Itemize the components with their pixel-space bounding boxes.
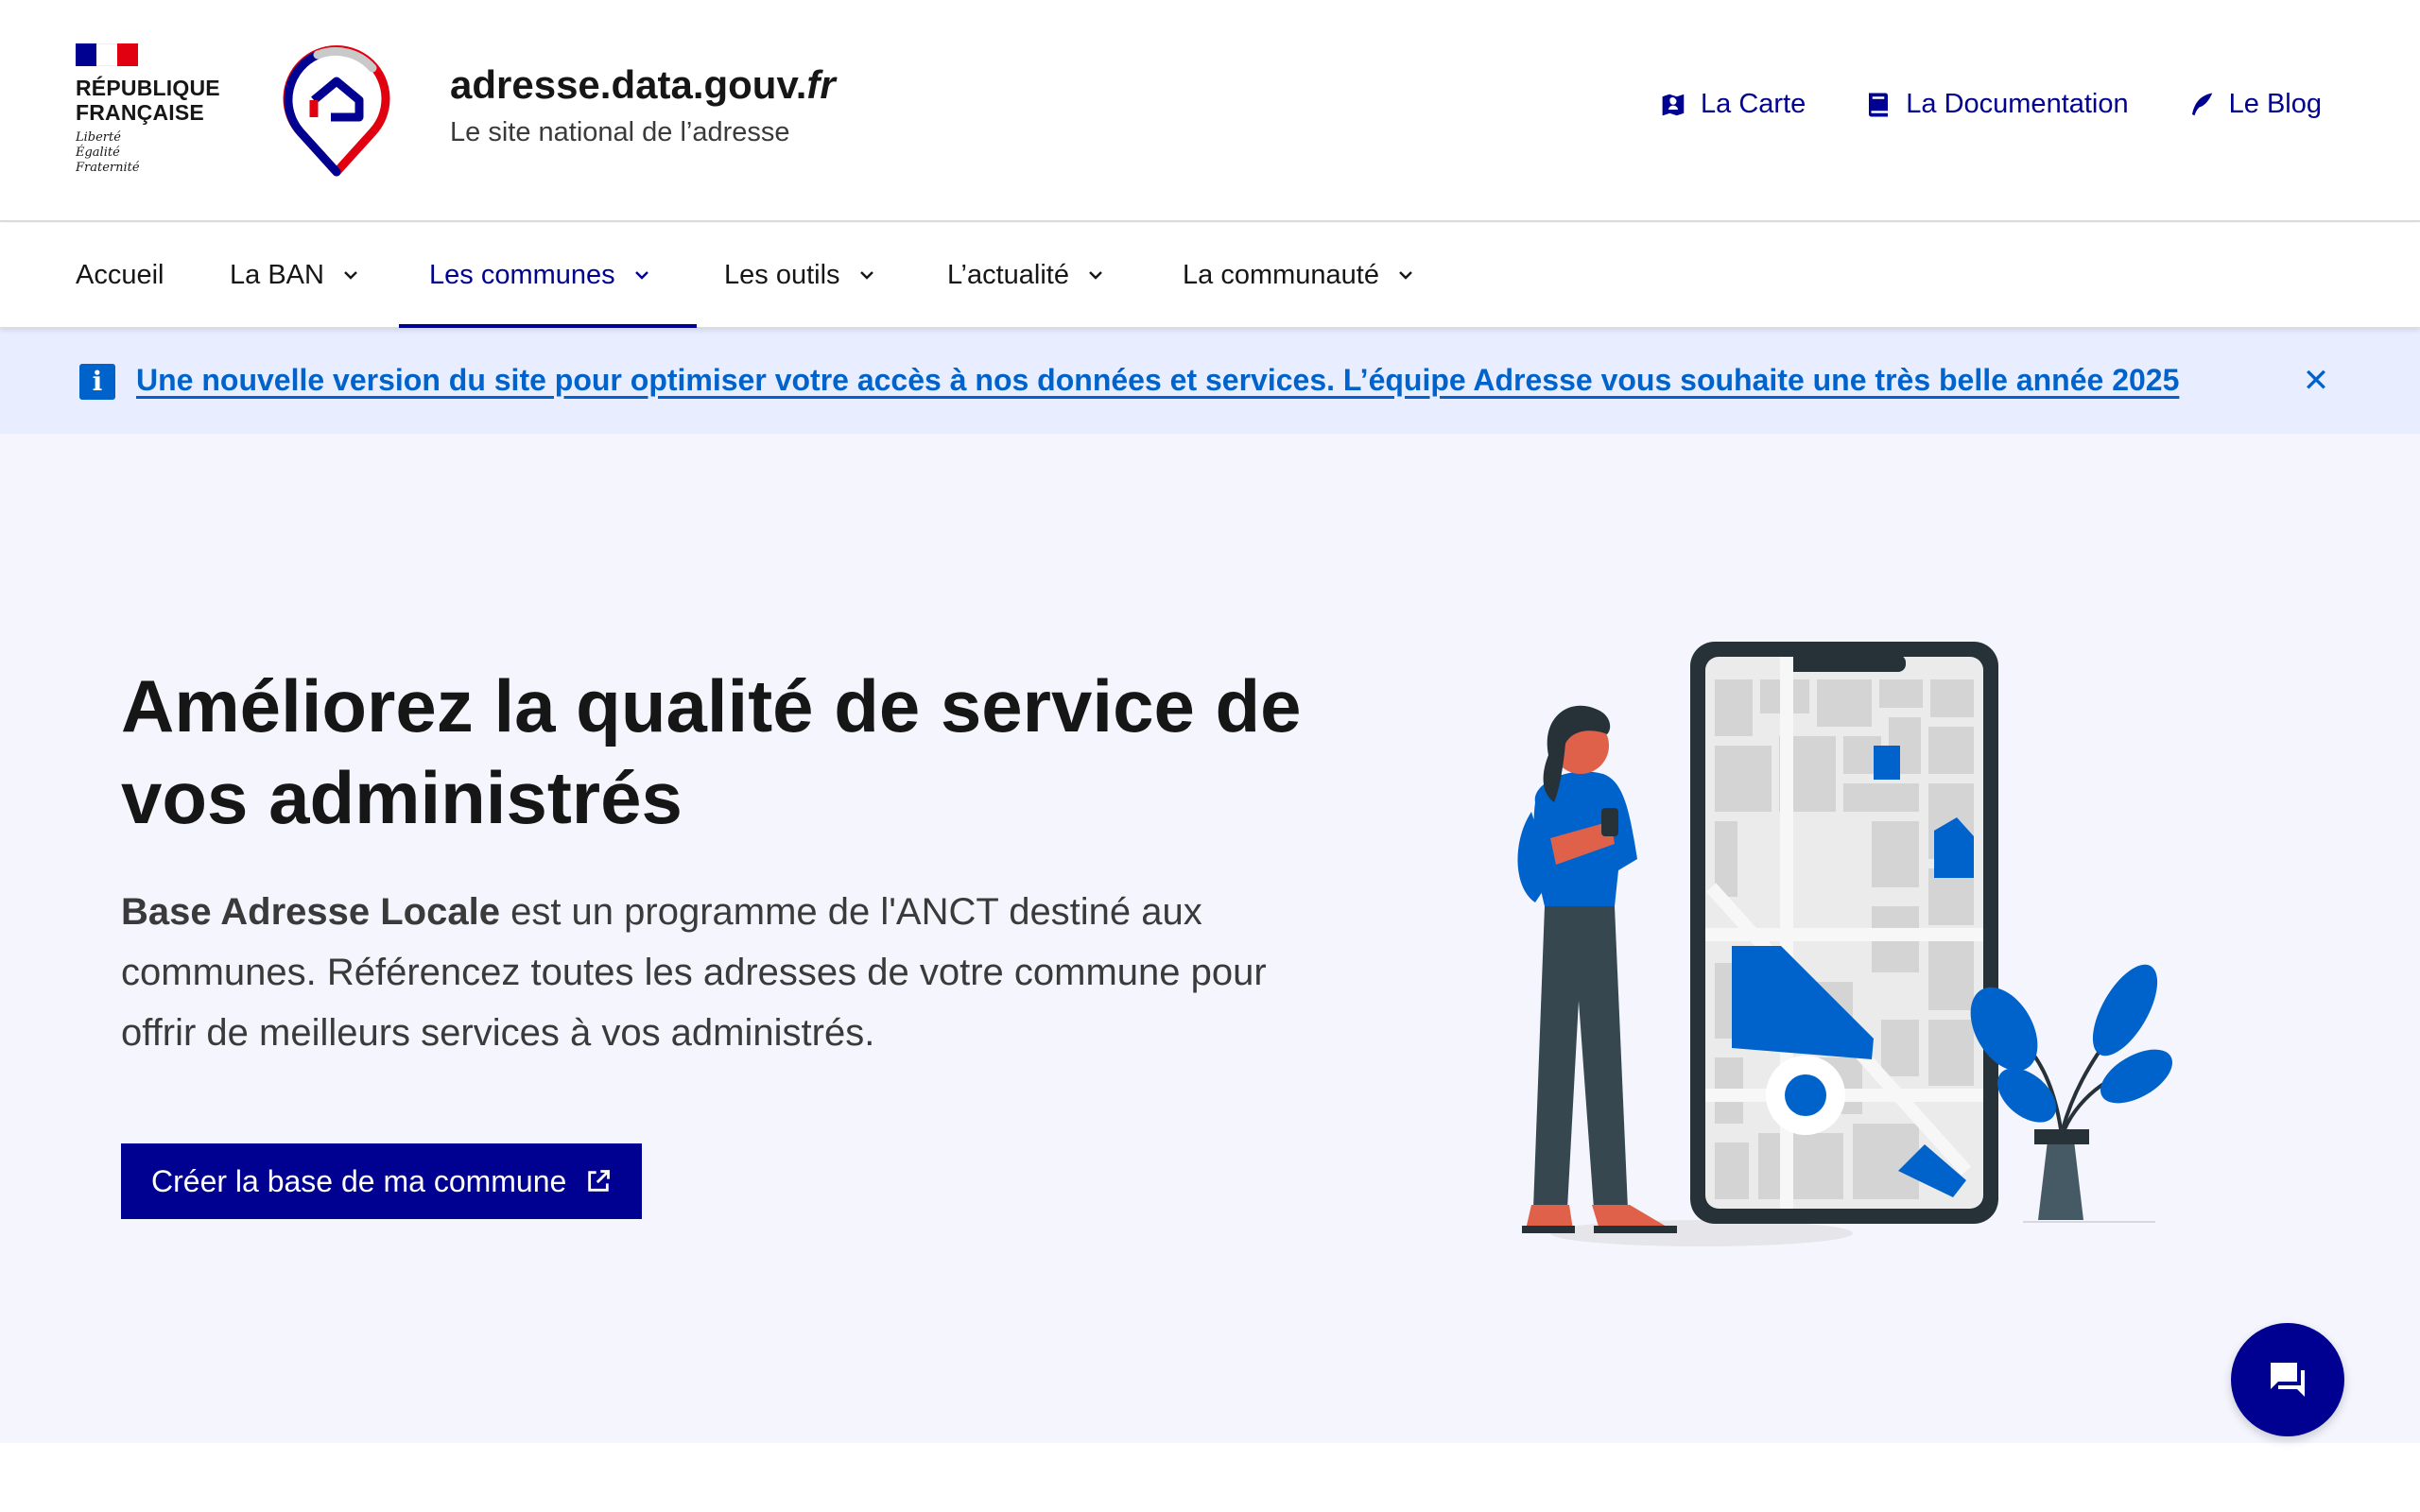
quick-link-documentation[interactable]: La Documentation <box>1864 89 2129 120</box>
hero-description-bold: Base Adresse Locale <box>121 891 500 933</box>
ban-pin-logo-icon[interactable] <box>280 42 393 180</box>
hero-title: Améliorez la qualité de service de vos a… <box>121 664 1302 839</box>
hero-section: Améliorez la qualité de service de vos a… <box>0 434 2420 1443</box>
close-icon[interactable]: ✕ <box>2297 362 2335 400</box>
site-name[interactable]: adresse.data.gouv.fr <box>450 62 836 108</box>
site-header: RÉPUBLIQUE FRANÇAISE Liberté Égalité Fra… <box>0 0 2420 222</box>
republique-francaise-text: RÉPUBLIQUE FRANÇAISE <box>76 76 220 125</box>
woman-with-phone-illustration <box>1517 642 2172 1246</box>
create-base-button-label: Créer la base de ma commune <box>151 1163 567 1198</box>
chevron-down-icon <box>344 271 357 280</box>
main-navigation: Accueil La BAN Les communes Les outils L… <box>0 223 2420 328</box>
notice-link[interactable]: Une nouvelle version du site pour optimi… <box>136 363 2179 398</box>
chat-icon <box>2271 1363 2305 1397</box>
republique-francaise-logo[interactable]: RÉPUBLIQUE FRANÇAISE Liberté Égalité Fra… <box>76 43 227 176</box>
nav-item-les-communes[interactable]: Les communes <box>399 223 697 328</box>
nav-item-actualite[interactable]: L’actualité <box>947 223 1107 327</box>
french-flag-icon <box>76 43 138 66</box>
site-tagline: Le site national de l’adresse <box>450 117 790 147</box>
nav-item-communaute[interactable]: La communauté <box>1183 223 1417 327</box>
nav-item-la-ban[interactable]: La BAN <box>230 223 362 327</box>
chat-button[interactable] <box>2231 1323 2344 1436</box>
devise: Liberté Égalité Fraternité <box>76 130 140 175</box>
quick-link-blog[interactable]: Le Blog <box>2187 89 2322 120</box>
chevron-down-icon <box>1089 271 1102 280</box>
info-icon: i <box>79 364 115 400</box>
quick-links: La Carte La Documentation Le Blog <box>1659 89 2322 120</box>
book-icon <box>1869 93 1889 116</box>
map-icon <box>1662 94 1685 115</box>
hero-description: Base Adresse Locale est un programme de … <box>121 882 1293 1063</box>
chevron-down-icon <box>634 271 648 280</box>
nav-item-accueil[interactable]: Accueil <box>76 223 164 327</box>
chevron-down-icon <box>859 271 873 280</box>
nav-item-les-outils[interactable]: Les outils <box>724 223 878 327</box>
page-bottom-area <box>0 1443 2420 1512</box>
create-base-button[interactable]: Créer la base de ma commune <box>121 1143 643 1219</box>
notice-banner: i Une nouvelle version du site pour opti… <box>0 328 2420 434</box>
quill-icon <box>2191 93 2212 115</box>
chevron-down-icon <box>1399 271 1412 280</box>
quick-link-carte[interactable]: La Carte <box>1659 89 1806 120</box>
external-link-icon <box>588 1170 611 1192</box>
